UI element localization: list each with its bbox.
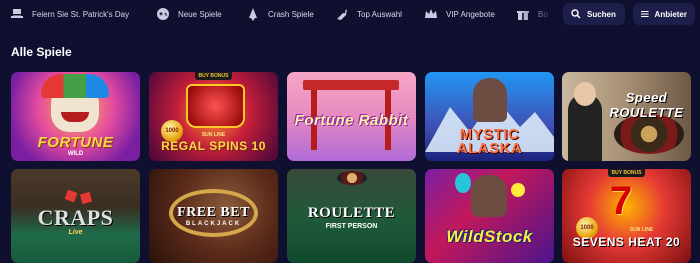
crown-art	[186, 84, 245, 128]
buy-bonus-badge: BUY BONUS	[607, 169, 646, 177]
gate-roof-art	[303, 80, 399, 90]
game-subtitle: WILD	[67, 151, 84, 157]
nav-item-label: VIP Angebote	[446, 9, 495, 19]
nav-item-neue-spiele[interactable]: Neue Spiele	[156, 3, 222, 25]
seven-art: 7	[610, 179, 633, 223]
section-title: Alle Spiele	[11, 45, 72, 59]
game-tile-mystic-alaska[interactable]: MYSTIC ALASKA	[425, 72, 554, 161]
roulette-wheel-art	[337, 171, 367, 185]
game-tile-speed-roulette[interactable]: Speed ROULETTE	[562, 72, 691, 161]
game-title: ROULETTE	[307, 205, 396, 221]
game-tile-fortune-rabbit[interactable]: Fortune Rabbit	[287, 72, 416, 161]
game-subtitle: BLACKJACK	[185, 221, 242, 227]
butterfly-icon	[455, 173, 471, 193]
rocket-icon	[246, 7, 260, 21]
game-subtitle: SUN LINE	[201, 132, 226, 138]
rocket-star-icon	[335, 7, 349, 21]
game-subtitle: Live	[68, 229, 83, 236]
game-subtitle: FIRST PERSON	[325, 223, 378, 230]
nav-item-st-patricks[interactable]: Feiern Sie St. Patrick's Day	[10, 3, 129, 25]
game-subtitle: SUN LINE	[629, 227, 654, 233]
roulette-wheel-art	[614, 114, 684, 154]
character-art	[471, 175, 507, 217]
game-title: REGAL SPINS 10	[161, 139, 266, 153]
game-title: Fortune Rabbit	[294, 112, 409, 129]
game-title: FORTUNE	[37, 134, 114, 151]
game-title: MYSTIC ALASKA	[456, 126, 523, 157]
game-title: Speed ROULETTE	[609, 90, 684, 120]
buy-bonus-badge: BUY BONUS	[194, 72, 233, 80]
nav-item-vip-angebote[interactable]: VIP Angebote	[424, 3, 495, 25]
search-button-label: Suchen	[587, 9, 616, 19]
game-tile-regal-spins[interactable]: BUY BONUS 1000 SUN LINE REGAL SPINS 10	[149, 72, 278, 161]
list-icon	[641, 10, 649, 18]
providers-button-label: Anbieter	[654, 9, 687, 19]
nav-item-top-auswahl[interactable]: Top Auswahl	[335, 3, 402, 25]
game-title: CRAPS	[37, 205, 114, 230]
providers-button[interactable]: Anbieter	[633, 3, 695, 25]
nav-item-crash-spiele[interactable]: Crash Spiele	[246, 3, 314, 25]
game-tile-wildstock[interactable]: WildStock	[425, 169, 554, 263]
search-icon	[571, 9, 581, 19]
category-nav: Feiern Sie St. Patrick's Day Neue Spiele…	[0, 0, 700, 30]
game-tile-craps[interactable]: CRAPS Live	[11, 169, 140, 263]
crown-icon	[424, 7, 438, 21]
nav-fade	[520, 0, 560, 30]
game-tile-free-bet-blackjack[interactable]: FREE BET BLACKJACK	[149, 169, 278, 263]
hat-icon	[10, 7, 24, 21]
game-tile-sevens-heat[interactable]: BUY BONUS 7 1000 SUN LINE SEVENS HEAT 20	[562, 169, 691, 263]
game-title: WildStock	[446, 227, 533, 246]
nav-item-label: Top Auswahl	[357, 9, 402, 19]
gamepad-icon	[156, 7, 170, 21]
game-tile-fortune-wild[interactable]: FORTUNE WILD	[11, 72, 140, 161]
nav-item-label: Crash Spiele	[268, 9, 314, 19]
nav-item-label: Feiern Sie St. Patrick's Day	[32, 9, 130, 19]
game-title: FREE BET	[177, 205, 250, 220]
nav-item-label: Neue Spiele	[178, 9, 222, 19]
game-title: SEVENS HEAT 20	[572, 235, 681, 249]
smiley-icon	[511, 183, 525, 197]
search-button[interactable]: Suchen	[563, 3, 625, 25]
game-tile-roulette-first-person[interactable]: ROULETTE FIRST PERSON	[287, 169, 416, 263]
chief-art	[473, 78, 507, 122]
